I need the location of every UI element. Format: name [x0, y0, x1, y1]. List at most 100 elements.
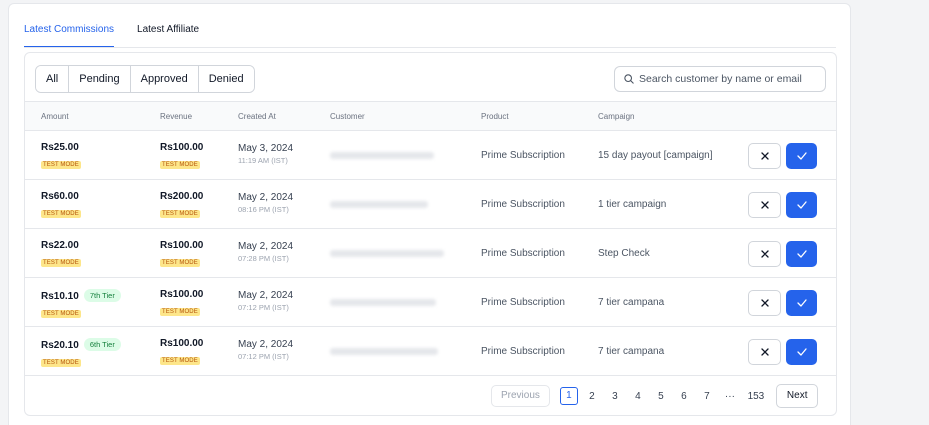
table-row[interactable]: Rs20.10 6th Tier TEST MODE Rs100.00 TEST …: [25, 327, 836, 376]
revenue-value: Rs100.00: [160, 240, 204, 251]
page-4-button[interactable]: 4: [629, 391, 647, 402]
page-2-button[interactable]: 2: [583, 391, 601, 402]
search-input[interactable]: [639, 73, 819, 85]
table-row[interactable]: Rs22.00 TEST MODE Rs100.00 TEST MODE May…: [25, 229, 836, 278]
customer-email-redacted: [330, 299, 436, 306]
created-time: 07:12 PM (IST): [238, 303, 289, 312]
approve-button[interactable]: [786, 290, 817, 316]
product-name: Prime Subscription: [481, 150, 565, 161]
close-icon: [760, 299, 769, 307]
search-box[interactable]: [614, 66, 826, 92]
search-icon: [624, 74, 634, 84]
column-product[interactable]: Product: [481, 112, 509, 121]
filter-all[interactable]: All: [36, 66, 70, 92]
approve-button[interactable]: [786, 339, 817, 365]
created-at-cell: May 2, 2024 07:28 PM (IST): [238, 241, 293, 263]
revenue-value: Rs100.00: [160, 338, 204, 349]
filter-pending[interactable]: Pending: [69, 66, 131, 92]
revenue-value: Rs100.00: [160, 289, 204, 300]
tab-latest-commissions[interactable]: Latest Commissions: [24, 22, 115, 47]
close-icon: [760, 250, 769, 258]
approve-button[interactable]: [786, 192, 817, 218]
revenue-cell: Rs200.00 TEST MODE: [160, 191, 203, 220]
close-icon: [760, 152, 769, 160]
campaign-name: 15 day payout [campaign]: [598, 150, 713, 161]
created-date: May 2, 2024: [238, 241, 294, 252]
previous-page-button[interactable]: Previous: [491, 385, 550, 407]
tab-latest-affiliate[interactable]: Latest Affiliate: [137, 22, 199, 47]
test-mode-badge: TEST MODE: [41, 259, 81, 267]
column-customer[interactable]: Customer: [330, 112, 365, 121]
campaign-name: 1 tier campaign: [598, 199, 667, 210]
created-time: 08:16 PM (IST): [238, 205, 289, 214]
test-mode-badge: TEST MODE: [160, 161, 200, 169]
deny-button[interactable]: [748, 143, 781, 169]
check-icon: [796, 152, 807, 160]
pagination: Previous 1 2 3 4 5 6 7 ··· 153 Next: [491, 384, 819, 408]
tier-badge: 6th Tier: [83, 338, 121, 351]
tab-bar: Latest Commissions Latest Affiliate: [24, 22, 836, 48]
test-mode-badge: TEST MODE: [41, 310, 81, 318]
column-created-at[interactable]: Created At: [238, 112, 276, 121]
filter-denied[interactable]: Denied: [198, 66, 254, 92]
page-5-button[interactable]: 5: [652, 391, 670, 402]
product-name: Prime Subscription: [481, 346, 565, 357]
page-153-button[interactable]: 153: [744, 391, 768, 402]
amount-value: Rs25.00: [41, 142, 79, 153]
amount-value: Rs22.00: [41, 240, 79, 251]
page-ellipsis: ···: [724, 390, 735, 402]
test-mode-badge: TEST MODE: [41, 359, 81, 367]
campaign-name: 7 tier campana: [598, 297, 665, 308]
table-row[interactable]: Rs10.10 7th Tier TEST MODE Rs100.00 TEST …: [25, 278, 836, 327]
commissions-card: Latest Commissions Latest Affiliate All …: [8, 3, 851, 425]
customer-email-redacted: [330, 201, 428, 208]
created-at-cell: May 2, 2024 07:12 PM (IST): [238, 339, 293, 361]
approve-button[interactable]: [786, 241, 817, 267]
close-icon: [760, 348, 769, 356]
test-mode-badge: TEST MODE: [160, 210, 200, 218]
table-row[interactable]: Rs60.00 TEST MODE Rs200.00 TEST MODE May…: [25, 180, 836, 229]
column-amount[interactable]: Amount: [41, 112, 69, 121]
created-time: 07:28 PM (IST): [238, 254, 289, 263]
test-mode-badge: TEST MODE: [41, 210, 81, 218]
table-row[interactable]: Rs25.00 TEST MODE Rs100.00 TEST MODE May…: [25, 131, 836, 180]
amount-cell: Rs22.00 TEST MODE: [41, 240, 81, 269]
check-icon: [796, 299, 807, 307]
amount-value: Rs10.10: [41, 291, 79, 302]
table-header: Amount Revenue Created At Customer Produ…: [25, 101, 836, 131]
deny-button[interactable]: [748, 339, 781, 365]
page-1-button[interactable]: 1: [559, 387, 578, 405]
test-mode-badge: TEST MODE: [160, 259, 200, 267]
created-date: May 2, 2024: [238, 290, 294, 301]
page-3-button[interactable]: 3: [606, 391, 624, 402]
amount-cell: Rs10.10 7th Tier TEST MODE: [41, 289, 121, 320]
created-time: 07:12 PM (IST): [238, 352, 289, 361]
amount-cell: Rs25.00 TEST MODE: [41, 142, 81, 171]
column-revenue[interactable]: Revenue: [160, 112, 192, 121]
commissions-panel: All Pending Approved Denied Amount Reven…: [24, 52, 837, 416]
deny-button[interactable]: [748, 192, 781, 218]
filter-approved[interactable]: Approved: [130, 66, 199, 92]
page-6-button[interactable]: 6: [675, 391, 693, 402]
close-icon: [760, 201, 769, 209]
campaign-name: 7 tier campana: [598, 346, 665, 357]
created-date: May 3, 2024: [238, 143, 294, 154]
column-campaign[interactable]: Campaign: [598, 112, 634, 121]
deny-button[interactable]: [748, 241, 781, 267]
deny-button[interactable]: [748, 290, 781, 316]
created-date: May 2, 2024: [238, 192, 294, 203]
amount-cell: Rs20.10 6th Tier TEST MODE: [41, 338, 121, 369]
revenue-cell: Rs100.00 TEST MODE: [160, 142, 203, 171]
check-icon: [796, 348, 807, 356]
created-time: 11:19 AM (IST): [238, 156, 288, 165]
campaign-name: Step Check: [598, 248, 650, 259]
approve-button[interactable]: [786, 143, 817, 169]
product-name: Prime Subscription: [481, 199, 565, 210]
revenue-cell: Rs100.00 TEST MODE: [160, 338, 203, 367]
page-7-button[interactable]: 7: [698, 391, 716, 402]
revenue-value: Rs200.00: [160, 191, 204, 202]
created-at-cell: May 2, 2024 07:12 PM (IST): [238, 290, 293, 312]
next-page-button[interactable]: Next: [775, 384, 819, 408]
test-mode-badge: TEST MODE: [41, 161, 81, 169]
created-at-cell: May 3, 2024 11:19 AM (IST): [238, 143, 293, 165]
